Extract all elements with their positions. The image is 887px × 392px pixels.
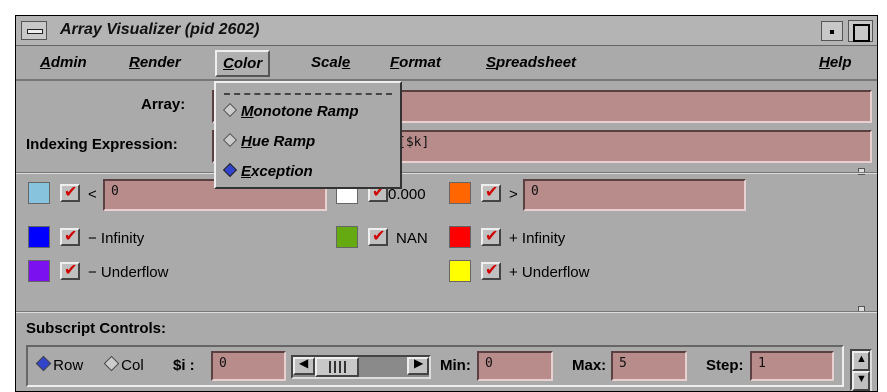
array-visualizer-window: Array Visualizer (pid 2602) Admin Render…: [15, 15, 878, 392]
min-field[interactable]: 0: [477, 351, 553, 381]
neg-underflow-color-swatch[interactable]: [28, 260, 50, 282]
neg-infinity-color-swatch[interactable]: [28, 226, 50, 248]
subscript-var-label: $i :: [173, 357, 195, 374]
subscript-slider[interactable]: ◀ ▶: [291, 355, 431, 379]
step-label: Step:: [706, 357, 744, 374]
greater-than-checkbox[interactable]: [481, 182, 501, 202]
slider-right-arrow[interactable]: ▶: [407, 356, 429, 375]
window-menu-button[interactable]: [21, 21, 47, 40]
color-menu-dropdown: Monotone Ramp Hue Ramp Exception: [214, 81, 402, 189]
menu-spreadsheet[interactable]: Spreadsheet: [486, 54, 576, 71]
greater-than-value-field[interactable]: 0: [523, 179, 746, 211]
radio-diamond-selected-icon: [222, 162, 238, 178]
less-than-color-swatch[interactable]: [28, 182, 50, 204]
neg-underflow-label: − Underflow: [88, 264, 169, 281]
col-radio[interactable]: Col: [103, 355, 144, 374]
menu-admin[interactable]: Admin: [40, 54, 87, 71]
separator-bottom: [16, 311, 877, 313]
menu-format[interactable]: Format: [390, 54, 441, 71]
subscript-controls-header: Subscript Controls:: [26, 320, 167, 337]
menu-tearoff[interactable]: [224, 93, 392, 95]
pos-infinity-color-swatch[interactable]: [449, 226, 471, 248]
less-than-sign: <: [88, 186, 97, 203]
nan-color-swatch[interactable]: [336, 226, 358, 248]
neg-infinity-label: − Infinity: [88, 230, 145, 247]
min-label: Min:: [440, 357, 471, 374]
less-than-checkbox[interactable]: [60, 182, 80, 202]
menu-item-exception[interactable]: Exception: [222, 162, 313, 180]
menu-color[interactable]: Color: [215, 50, 271, 77]
scroll-down-arrow[interactable]: ▼: [852, 371, 870, 391]
window-title: Array Visualizer (pid 2602): [60, 21, 260, 38]
radio-diamond-icon: [222, 102, 238, 118]
separator-top: [16, 172, 877, 174]
scroll-up-arrow[interactable]: ▲: [852, 351, 870, 371]
indexing-expression-label: Indexing Expression:: [26, 136, 178, 153]
row-radio[interactable]: Row: [35, 355, 83, 374]
step-field[interactable]: 1: [750, 351, 834, 381]
maximize-button[interactable]: [848, 20, 873, 42]
slider-left-arrow[interactable]: ◀: [293, 356, 315, 375]
max-field[interactable]: 5: [611, 351, 687, 381]
greater-than-sign: >: [509, 186, 518, 203]
pos-infinity-checkbox[interactable]: [481, 226, 501, 246]
title-bar: Array Visualizer (pid 2602): [16, 16, 877, 46]
subscript-var-field[interactable]: 0: [211, 351, 286, 381]
col-radio-icon: [103, 355, 120, 372]
minimize-button[interactable]: [821, 21, 843, 41]
pos-underflow-color-swatch[interactable]: [449, 260, 471, 282]
radio-diamond-icon: [222, 132, 238, 148]
pos-underflow-label: + Underflow: [509, 264, 590, 281]
vertical-scrollbar[interactable]: ▲ ▼: [850, 349, 872, 391]
pos-underflow-checkbox[interactable]: [481, 260, 501, 280]
nan-checkbox[interactable]: [368, 226, 388, 246]
array-label: Array:: [141, 96, 186, 113]
menu-scale[interactable]: Scale: [311, 54, 350, 71]
pos-infinity-label: + Infinity: [509, 230, 566, 247]
neg-underflow-checkbox[interactable]: [60, 260, 80, 280]
menu-render[interactable]: Render: [129, 54, 181, 71]
nan-label: NAN: [396, 230, 428, 247]
menu-bar: Admin Render Color Scale Format Spreadsh…: [16, 47, 877, 81]
neg-infinity-checkbox[interactable]: [60, 226, 80, 246]
max-label: Max:: [572, 357, 607, 374]
slider-thumb[interactable]: [315, 357, 359, 377]
menu-item-hue-ramp[interactable]: Hue Ramp: [222, 132, 315, 150]
greater-than-color-swatch[interactable]: [449, 182, 471, 204]
row-radio-icon: [35, 355, 52, 372]
menu-help[interactable]: Help: [819, 54, 852, 71]
menu-item-monotone-ramp[interactable]: Monotone Ramp: [222, 102, 359, 120]
